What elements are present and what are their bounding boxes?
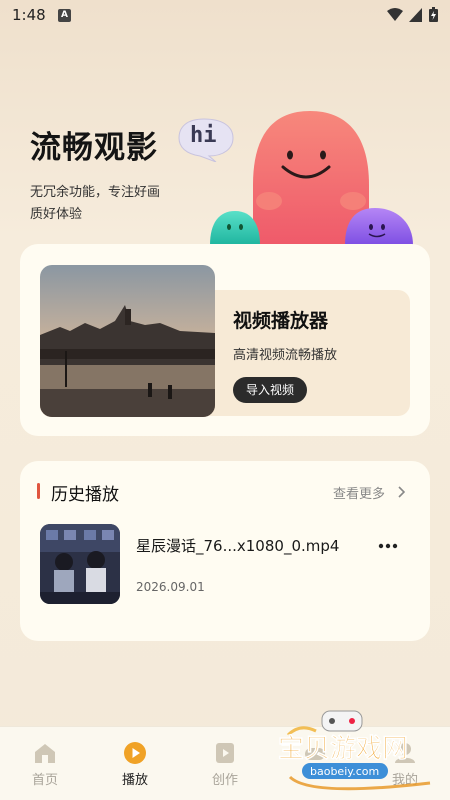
nav-label-create: 创作: [211, 773, 238, 788]
watermark-logo: 宝贝游戏网 baobeiy.com: [278, 710, 431, 791]
nav-item-play[interactable]: 播放: [90, 727, 180, 800]
nav-item-create[interactable]: 创作: [180, 727, 270, 800]
battery-icon: [429, 7, 438, 22]
mascot-illustration: [210, 111, 413, 245]
hero-subtitle-line2: 质好体验: [30, 207, 83, 222]
status-bar: 1:48 A: [0, 0, 450, 32]
create-icon: [216, 743, 234, 763]
status-time: 1:48: [12, 6, 46, 24]
nav-label-play: 播放: [121, 773, 148, 788]
nav-item-home[interactable]: 首页: [0, 727, 90, 800]
history-item-date: 2026.09.01: [136, 580, 205, 594]
svg-text:宝贝游戏网: 宝贝游戏网: [278, 733, 408, 764]
import-video-button[interactable]: 导入视频: [233, 377, 307, 403]
signal-icon: [409, 7, 422, 22]
svg-text:baobeiy.com: baobeiy.com: [310, 765, 379, 778]
home-icon: [35, 744, 55, 763]
more-options-icon[interactable]: [378, 543, 398, 549]
nav-label-home: 首页: [31, 773, 58, 788]
player-description: 高清视频流畅播放: [233, 348, 338, 363]
player-cover-image: [40, 265, 215, 417]
hero-title: 流畅观影: [30, 130, 158, 166]
view-more-link[interactable]: 查看更多: [333, 483, 385, 502]
hero-subtitle-line1: 无冗余功能，专注好画: [30, 185, 161, 200]
status-icons: [387, 7, 438, 22]
history-item-name: 星辰漫话_76...x1080_0.mp4: [136, 537, 340, 555]
play-icon: [124, 742, 146, 764]
history-thumbnail: [40, 524, 120, 604]
chevron-right-icon[interactable]: [397, 486, 405, 498]
history-accent-bar: [37, 483, 40, 499]
notification-badge: A: [58, 9, 71, 22]
wifi-icon: [387, 7, 403, 21]
history-title: 历史播放: [51, 485, 119, 505]
player-title: 视频播放器: [233, 310, 329, 332]
